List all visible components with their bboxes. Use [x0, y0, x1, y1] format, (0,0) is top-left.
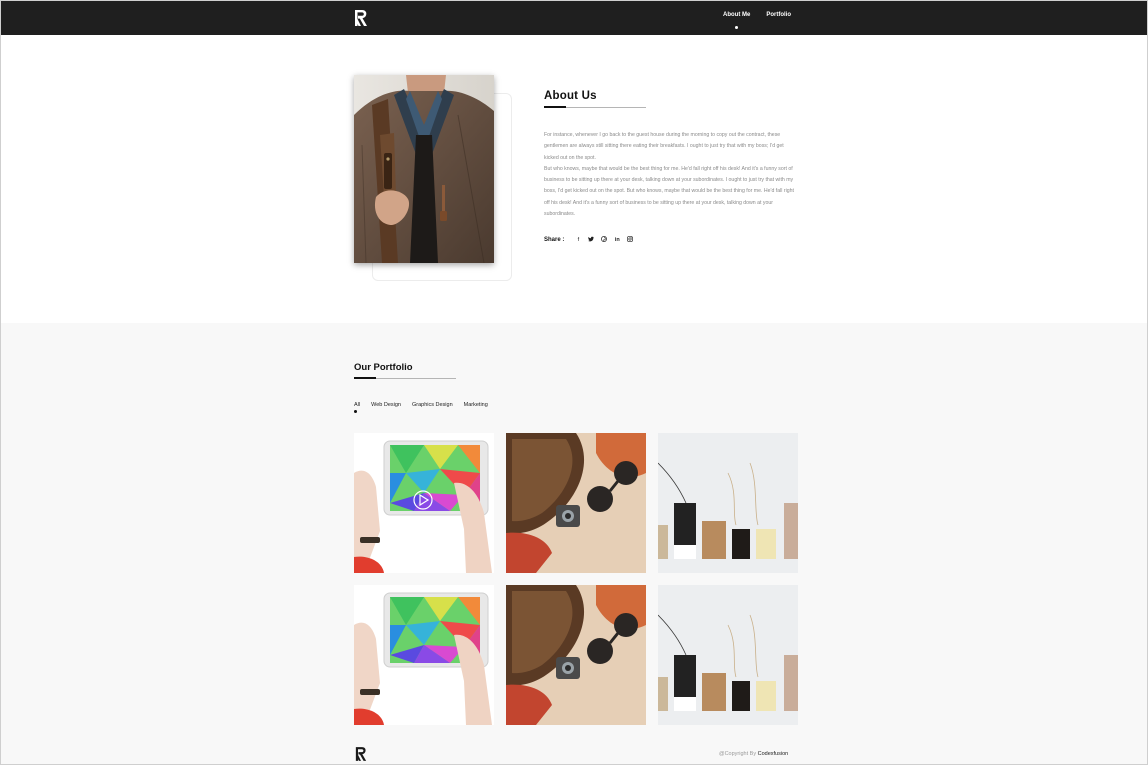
- copyright-text: @Copyright By Codexfusion: [719, 751, 788, 757]
- portfolio-item-tablet-2[interactable]: [354, 585, 494, 725]
- profile-photo: [354, 75, 494, 263]
- filter-all[interactable]: All: [354, 402, 360, 413]
- portfolio-item-tags-2[interactable]: [658, 585, 798, 725]
- filter-marketing[interactable]: Marketing: [464, 402, 488, 408]
- facebook-icon[interactable]: f: [575, 237, 581, 243]
- filter-web-design[interactable]: Web Design: [371, 402, 401, 408]
- share-label: Share :: [544, 237, 565, 243]
- portfolio-item-tablet-1[interactable]: [354, 433, 494, 573]
- linkedin-icon[interactable]: in: [614, 237, 620, 243]
- filter-graphics-design[interactable]: Graphics Design: [412, 402, 453, 408]
- about-title: About Us: [544, 90, 597, 102]
- instagram-icon[interactable]: [627, 236, 634, 244]
- portfolio-item-bag-2[interactable]: [506, 585, 646, 725]
- portfolio-filters: All Web Design Graphics Design Marketing: [354, 402, 488, 413]
- about-description: For instance, whenever I go back to the …: [544, 130, 796, 220]
- copyright-prefix: @Copyright By: [719, 751, 757, 757]
- about-paragraph-2: But who knows, maybe that would be the b…: [544, 165, 794, 218]
- about-section: About Us For instance, whenever I go bac…: [0, 35, 1148, 323]
- share-row: Share : f in: [544, 236, 634, 244]
- twitter-icon[interactable]: [588, 236, 595, 244]
- footer-logo-icon[interactable]: [355, 746, 367, 762]
- title-underline-accent: [544, 106, 566, 108]
- about-paragraph-1: For instance, whenever I go back to the …: [544, 132, 784, 161]
- portfolio-item-bag-1[interactable]: [506, 433, 646, 573]
- portfolio-title-underline-accent: [354, 377, 376, 379]
- pinterest-icon[interactable]: [601, 236, 608, 244]
- logo-icon[interactable]: [354, 9, 368, 27]
- copyright-brand-link[interactable]: Codexfusion: [758, 751, 789, 757]
- nav-link-about-me[interactable]: About Me: [723, 12, 750, 29]
- portfolio-item-tags-1[interactable]: [658, 433, 798, 573]
- top-navbar: About Me Portfolio: [0, 0, 1148, 35]
- nav-link-portfolio[interactable]: Portfolio: [766, 12, 791, 18]
- portfolio-title: Our Portfolio: [354, 362, 413, 373]
